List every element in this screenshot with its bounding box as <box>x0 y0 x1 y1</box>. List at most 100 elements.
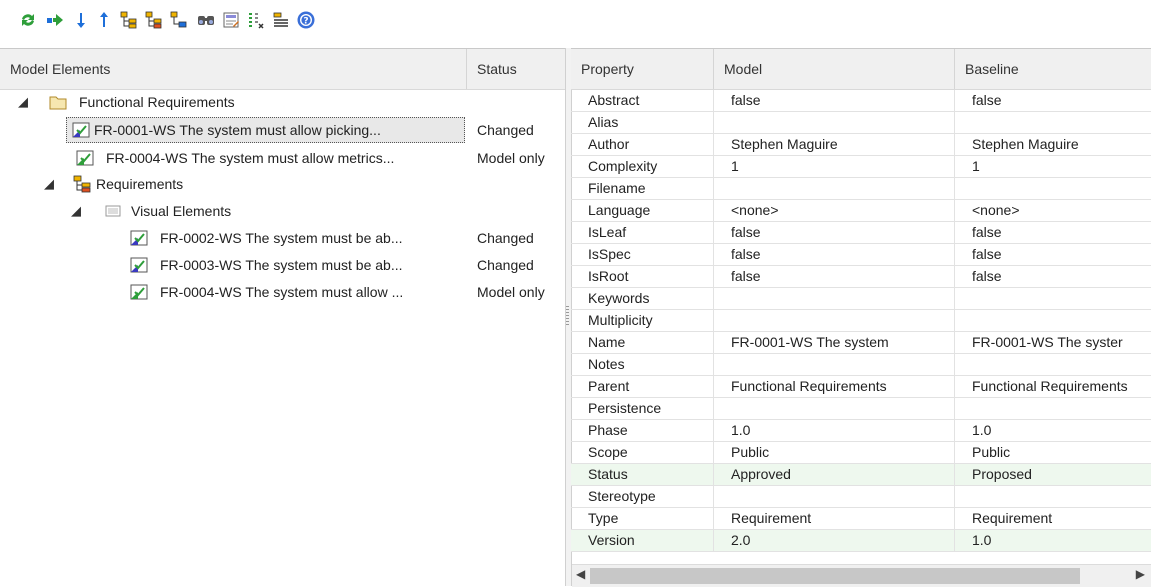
tree-item-status: Changed <box>477 122 534 138</box>
property-row[interactable]: Keywords <box>571 288 1151 310</box>
baseline-value-cell: Public <box>972 444 1011 460</box>
property-row[interactable]: Status Approved Proposed <box>571 464 1151 486</box>
property-row[interactable]: Stereotype <box>571 486 1151 508</box>
baseline-value-cell <box>955 310 1151 331</box>
tree-item-status: Changed <box>477 257 534 273</box>
tree-row[interactable]: FR-0004-WS The system must allow ... Mode… <box>0 279 565 305</box>
property-row[interactable]: IsSpec false false <box>571 244 1151 266</box>
property-row[interactable]: Phase 1.0 1.0 <box>571 420 1151 442</box>
tree-item-label: FR-0004-WS The system must allow metrics… <box>106 150 395 166</box>
property-row[interactable]: Abstract false false <box>571 90 1151 112</box>
property-row[interactable]: Multiplicity <box>571 310 1151 332</box>
property-row[interactable]: Language <none> <none> <box>571 200 1151 222</box>
tree-row[interactable]: ◢ Visual Elements <box>0 198 565 224</box>
xml-options-icon[interactable] <box>220 9 242 31</box>
show-all-icon[interactable] <box>168 9 190 31</box>
tree-item-label: FR-0004-WS The system must allow ... <box>160 284 404 300</box>
tree-row[interactable]: FR-0004-WS The system must allow metrics… <box>0 145 565 171</box>
tree-row[interactable]: ◢ Functional Requirements <box>0 89 565 115</box>
next-difference-icon[interactable] <box>70 9 92 31</box>
property-row[interactable]: Version 2.0 1.0 <box>571 530 1151 552</box>
property-cell: Filename <box>571 178 714 199</box>
collapse-all-icon[interactable] <box>143 9 165 31</box>
tree-row[interactable]: FR-0001-WS The system must allow picking… <box>0 117 565 143</box>
property-row[interactable]: Notes <box>571 354 1151 376</box>
tree-row[interactable]: ◢ Requirements <box>0 171 565 197</box>
folder-icon <box>49 93 67 111</box>
property-row[interactable]: Filename <box>571 178 1151 200</box>
property-row[interactable]: Alias <box>571 112 1151 134</box>
tree-row[interactable]: FR-0003-WS The system must be ab... Chang… <box>0 252 565 278</box>
baseline-value-cell: <none> <box>972 202 1020 218</box>
grid-header: Property Model Baseline <box>571 49 1151 90</box>
column-header-property[interactable]: Property <box>571 49 714 89</box>
requirement-changed-icon <box>130 229 148 247</box>
tree-item-label: FR-0002-WS The system must be ab... <box>160 230 403 246</box>
tree-item-label: Visual Elements <box>131 203 232 219</box>
property-cell: Stereotype <box>571 486 714 507</box>
properties-icon[interactable] <box>270 9 292 31</box>
scroll-right-arrow-icon[interactable]: ▶ <box>1136 567 1145 581</box>
package-diagram-icon <box>73 175 91 193</box>
property-cell: IsRoot <box>571 266 714 287</box>
property-cell: Language <box>571 200 714 221</box>
splitter-grip[interactable] <box>566 306 569 326</box>
baseline-value-cell <box>955 178 1151 199</box>
column-header-status[interactable]: Status <box>467 49 565 89</box>
requirement-model-only-icon <box>130 283 148 301</box>
property-cell: Status <box>571 464 714 485</box>
property-row[interactable]: Complexity 1 1 <box>571 156 1151 178</box>
expand-toggle-icon[interactable]: ◢ <box>18 89 28 115</box>
baseline-value-cell: Proposed <box>972 466 1032 482</box>
model-value-cell: FR-0001-WS The system <box>714 332 955 353</box>
model-value-cell: Stephen Maguire <box>714 134 955 155</box>
property-cell: Parent <box>571 376 714 397</box>
property-row[interactable]: IsLeaf false false <box>571 222 1151 244</box>
find-icon[interactable] <box>195 9 217 31</box>
expand-toggle-icon[interactable]: ◢ <box>44 171 54 197</box>
scrollbar-thumb[interactable] <box>590 568 1080 584</box>
model-value-cell <box>714 112 955 133</box>
baseline-value-cell: false <box>972 224 1002 240</box>
property-cell: Complexity <box>571 156 714 177</box>
column-header-model-elements[interactable]: Model Elements <box>0 49 467 89</box>
filter-icon[interactable] <box>245 9 267 31</box>
expand-toggle-icon[interactable]: ◢ <box>71 198 81 224</box>
model-value-cell <box>714 288 955 309</box>
model-value-cell: Requirement <box>714 508 955 529</box>
property-cell: Type <box>571 508 714 529</box>
refresh-icon[interactable] <box>17 9 39 31</box>
model-value-cell: <none> <box>714 200 955 221</box>
property-row[interactable]: Persistence <box>571 398 1151 420</box>
requirement-model-only-icon <box>76 149 94 167</box>
baseline-value-cell: false <box>972 268 1002 284</box>
expand-all-icon[interactable] <box>118 9 140 31</box>
tree-item-label: FR-0003-WS The system must be ab... <box>160 257 403 273</box>
property-row[interactable]: Author Stephen Maguire Stephen Maguire <box>571 134 1151 156</box>
property-cell: Scope <box>571 442 714 463</box>
column-header-model[interactable]: Model <box>714 49 955 89</box>
property-row[interactable]: Parent Functional Requirements Functional … <box>571 376 1151 398</box>
tree-item-status: Changed <box>477 230 534 246</box>
property-row[interactable]: Name FR-0001-WS The system FR-0001-WS The … <box>571 332 1151 354</box>
scroll-left-arrow-icon[interactable]: ◀ <box>576 567 585 581</box>
model-value-cell: Public <box>714 442 955 463</box>
horizontal-scrollbar[interactable]: ◀ ▶ <box>572 564 1151 587</box>
column-header-baseline[interactable]: Baseline <box>955 49 1151 89</box>
svg-text:?: ? <box>303 17 308 27</box>
property-row[interactable]: Scope Public Public <box>571 442 1151 464</box>
property-row[interactable]: IsRoot false false <box>571 266 1151 288</box>
help-icon[interactable]: ? <box>295 9 317 31</box>
tree-item-status: Model only <box>477 150 545 166</box>
property-cell: Persistence <box>571 398 714 419</box>
tree-row[interactable]: FR-0002-WS The system must be ab... Chang… <box>0 225 565 251</box>
property-cell: Keywords <box>571 288 714 309</box>
model-value-cell: 1 <box>714 156 955 177</box>
property-cell: Multiplicity <box>571 310 714 331</box>
restore-icon[interactable] <box>44 9 66 31</box>
previous-difference-icon[interactable] <box>93 9 115 31</box>
baseline-value-cell: Requirement <box>972 510 1053 526</box>
baseline-value-cell: Stephen Maguire <box>972 136 1079 152</box>
property-row[interactable]: Type Requirement Requirement <box>571 508 1151 530</box>
tree-item-status: Model only <box>477 284 545 300</box>
